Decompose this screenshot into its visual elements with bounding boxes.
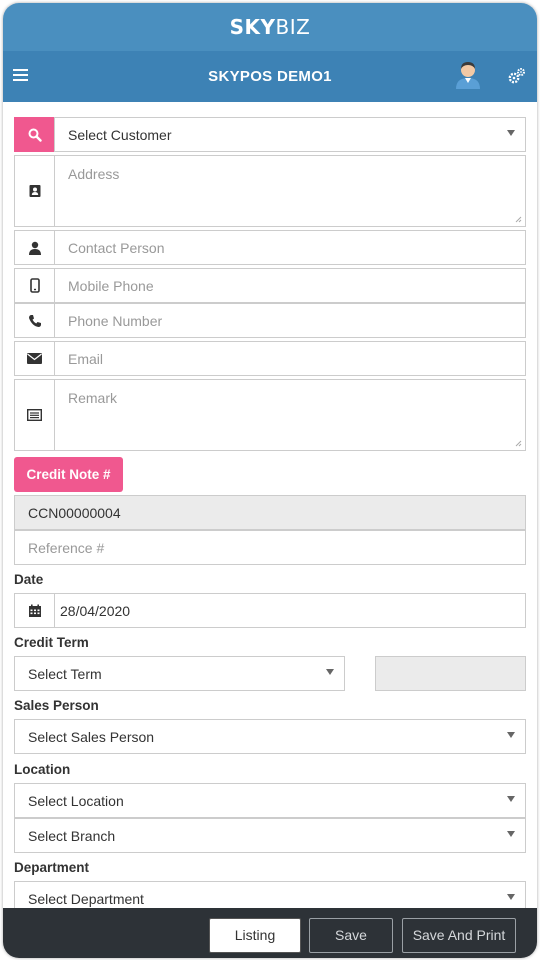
form-content: Select Customer Address Contact Person M… bbox=[3, 102, 537, 908]
footer-toolbar: Listing Save Save And Print bbox=[3, 908, 537, 958]
location-label: Location bbox=[14, 762, 71, 777]
phone-icon bbox=[14, 303, 54, 338]
credit-note-number-field: CCN00000004 bbox=[14, 495, 526, 530]
brand-logo: SKYBIZ bbox=[229, 15, 311, 39]
reference-input[interactable]: Reference # bbox=[14, 530, 526, 565]
date-input[interactable]: 28/04/2020 bbox=[54, 593, 526, 628]
phone-number-row: Phone Number bbox=[14, 303, 526, 338]
customer-select-row: Select Customer bbox=[14, 117, 526, 152]
search-icon bbox=[28, 128, 42, 142]
app-frame: SKYBIZ SKYPOS DEMO1 Select Customer Addr… bbox=[3, 3, 537, 958]
chevron-down-icon bbox=[326, 668, 334, 675]
mobile-phone-input[interactable]: Mobile Phone bbox=[54, 268, 526, 303]
address-row: Address bbox=[14, 155, 526, 227]
customer-select[interactable]: Select Customer bbox=[54, 117, 526, 152]
chevron-down-icon bbox=[507, 893, 515, 900]
settings-gears-icon[interactable] bbox=[508, 67, 526, 85]
date-row: 28/04/2020 bbox=[14, 593, 526, 628]
contact-person-input[interactable]: Contact Person bbox=[54, 230, 526, 265]
remark-row: Remark bbox=[14, 379, 526, 451]
user-avatar-icon[interactable] bbox=[455, 61, 481, 89]
contact-person-row: Contact Person bbox=[14, 230, 526, 265]
chevron-down-icon bbox=[507, 830, 515, 837]
sales-person-select[interactable]: Select Sales Person bbox=[14, 719, 526, 754]
user-icon bbox=[14, 230, 54, 265]
save-button[interactable]: Save bbox=[309, 918, 393, 953]
calendar-icon[interactable] bbox=[14, 593, 54, 628]
resize-grip-icon[interactable] bbox=[514, 439, 522, 447]
customer-search-button[interactable] bbox=[14, 117, 54, 152]
address-textarea[interactable]: Address bbox=[54, 155, 526, 227]
branch-select[interactable]: Select Branch bbox=[14, 818, 526, 853]
nav-bar: SKYPOS DEMO1 bbox=[3, 51, 537, 102]
credit-term-select[interactable]: Select Term bbox=[14, 656, 345, 691]
chevron-down-icon bbox=[507, 731, 515, 738]
mobile-phone-row: Mobile Phone bbox=[14, 268, 526, 303]
sales-person-label: Sales Person bbox=[14, 698, 99, 713]
credit-note-button[interactable]: Credit Note # bbox=[14, 457, 123, 492]
mobile-phone-icon bbox=[14, 268, 54, 303]
listing-button[interactable]: Listing bbox=[209, 918, 301, 953]
list-alt-icon bbox=[14, 379, 54, 451]
envelope-icon bbox=[14, 341, 54, 376]
department-label: Department bbox=[14, 860, 90, 875]
save-and-print-button[interactable]: Save And Print bbox=[402, 918, 516, 953]
email-row: Email bbox=[14, 341, 526, 376]
email-input[interactable]: Email bbox=[54, 341, 526, 376]
resize-grip-icon[interactable] bbox=[514, 215, 522, 223]
credit-term-label: Credit Term bbox=[14, 635, 89, 650]
brand-bar: SKYBIZ bbox=[3, 3, 537, 51]
location-select[interactable]: Select Location bbox=[14, 783, 526, 818]
remark-textarea[interactable]: Remark bbox=[54, 379, 526, 451]
address-book-icon bbox=[14, 155, 54, 227]
credit-term-days-field bbox=[375, 656, 526, 691]
date-label: Date bbox=[14, 572, 44, 587]
department-select[interactable]: Select Department bbox=[14, 881, 526, 908]
chevron-down-icon bbox=[507, 129, 515, 136]
phone-number-input[interactable]: Phone Number bbox=[54, 303, 526, 338]
chevron-down-icon bbox=[507, 795, 515, 802]
